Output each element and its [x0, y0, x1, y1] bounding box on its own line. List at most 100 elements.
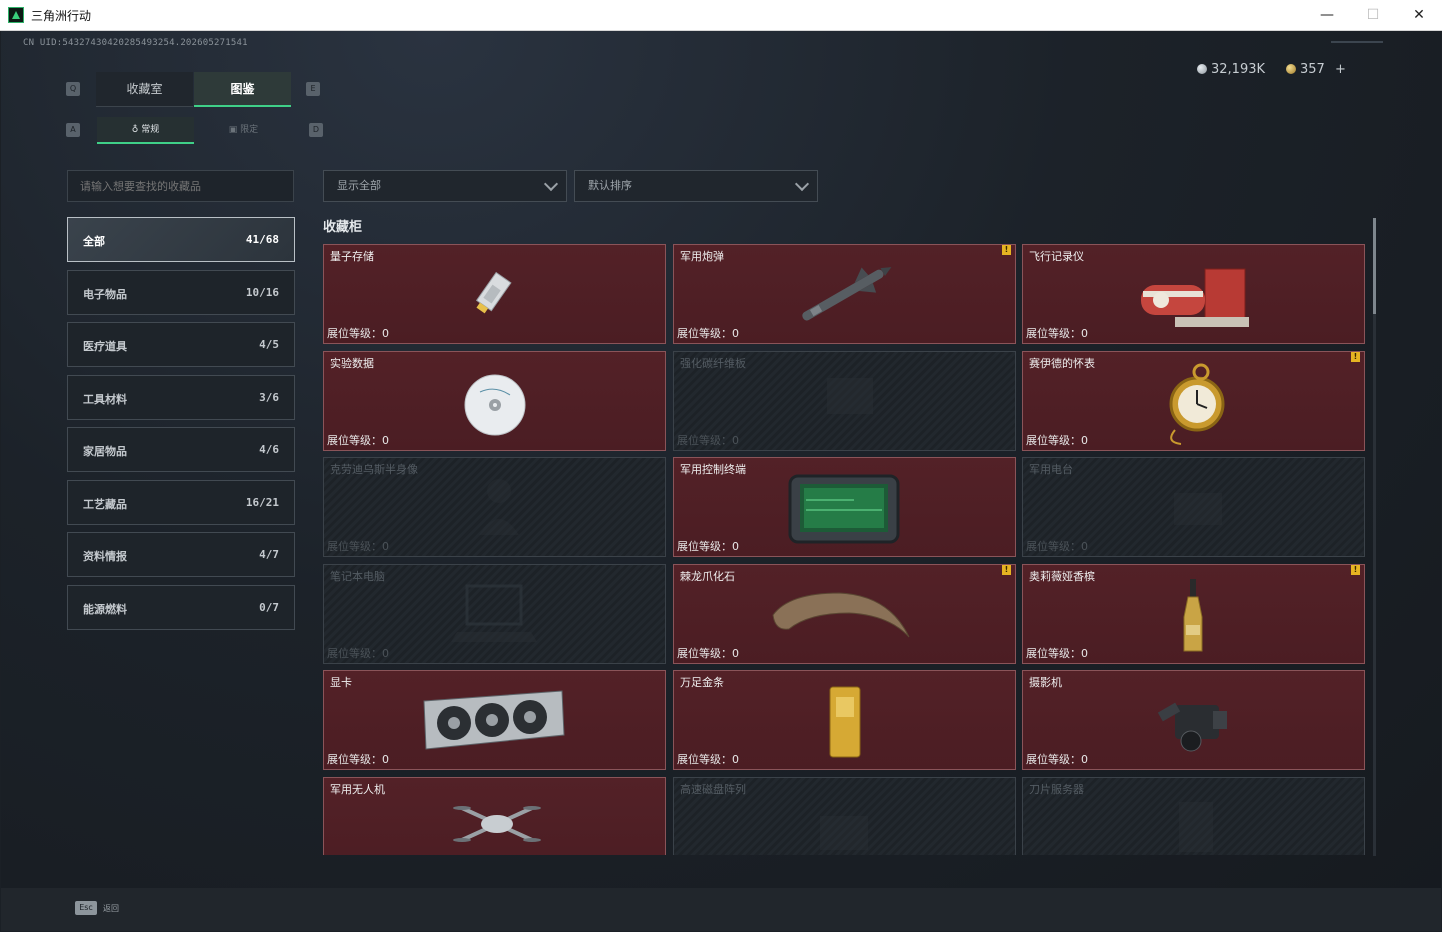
card-item-name: 强化碳纤维板 [680, 357, 746, 370]
card-display-level: 展位等级：0 [677, 434, 739, 447]
app-logo-icon [8, 7, 24, 23]
top-decoration [1331, 41, 1383, 43]
filter-dropdown[interactable]: 显示全部 [323, 170, 567, 202]
card-display-level: 展位等级：0 [1026, 327, 1088, 340]
collection-card[interactable]: 军用电台展位等级：0 [1022, 457, 1365, 557]
category-energy[interactable]: 能源燃料 0/7 [67, 585, 295, 630]
collection-card[interactable]: 实验数据 展位等级：0 [323, 351, 666, 451]
uid-label: CN UID:5432743042028549325​4.20260527154… [23, 38, 248, 48]
card-item-name: 笔记本电脑 [330, 570, 385, 583]
category-all[interactable]: 全部 41/68 [67, 217, 295, 262]
category-home[interactable]: 家居物品 4/6 [67, 427, 295, 472]
category-name: 工具材料 [83, 393, 127, 406]
category-count: 4/6 [259, 443, 279, 456]
collection-card[interactable]: 赛伊德的怀表 展位等级：0! [1022, 351, 1365, 451]
category-count: 16/21 [245, 496, 279, 509]
card-item-name: 高速磁盘阵列 [680, 783, 746, 796]
key-hint-q: Q [66, 82, 80, 96]
sort-dropdown-value: 默认排序 [588, 179, 632, 192]
card-display-level: 展位等级：0 [327, 647, 389, 660]
card-item-name: 摄影机 [1029, 676, 1062, 689]
add-currency-button[interactable]: + [1335, 62, 1346, 77]
card-item-name: 飞行记录仪 [1029, 250, 1084, 263]
close-button[interactable]: ✕ [1396, 0, 1442, 31]
minimize-button[interactable]: — [1304, 0, 1350, 31]
collection-card[interactable]: 棘龙爪化石 展位等级：0! [673, 564, 1016, 664]
card-display-level: 展位等级：0 [1026, 540, 1088, 553]
category-count: 10/16 [245, 286, 279, 299]
chevron-down-icon [794, 176, 810, 192]
tab-limited[interactable]: ▣ 限定 [195, 117, 292, 144]
category-crafts[interactable]: 工艺藏品 16/21 [67, 480, 295, 525]
collection-card[interactable]: 显卡展位等级：0 [323, 670, 666, 770]
sort-dropdown[interactable]: 默认排序 [574, 170, 818, 202]
card-item-name: 量子存储 [330, 250, 374, 263]
footer-bar [1, 888, 1441, 931]
tab-atlas[interactable]: 图鉴 [194, 72, 291, 107]
collection-card[interactable]: 克劳迪乌斯半身像 展位等级：0 [323, 457, 666, 557]
collection-card[interactable]: 军用炮弹 展位等级：0! [673, 244, 1016, 344]
category-intel[interactable]: 资料情报 4/7 [67, 532, 295, 577]
section-title: 收藏柜 [323, 220, 363, 235]
collection-card[interactable]: 量子存储展位等级：0 [323, 244, 666, 344]
maximize-button[interactable]: ☐ [1350, 0, 1396, 31]
card-item-name: 赛伊德的怀表 [1029, 357, 1095, 370]
collection-card[interactable]: 高速磁盘阵列展位等级：0 [673, 777, 1016, 855]
collection-card[interactable]: 军用无人机展位等级：0 [323, 777, 666, 855]
card-item-name: 奥莉薇娅香槟 [1029, 570, 1095, 583]
collection-card[interactable]: 飞行记录仪展位等级：0 [1022, 244, 1365, 344]
card-display-level: 展位等级：0 [327, 753, 389, 766]
collection-card[interactable]: 强化碳纤维板 展位等级：0 [673, 351, 1016, 451]
tab-collection-room[interactable]: 收藏室 [96, 72, 193, 107]
tab-limited-label: 限定 [240, 125, 259, 135]
tab-regular-label: 常规 [141, 125, 160, 135]
silver-coin-icon [1197, 64, 1207, 74]
tab-regular[interactable]: ♁ 常规 [97, 117, 194, 144]
card-item-name: 克劳迪乌斯半身像 [330, 463, 418, 476]
card-item-name: 万足金条 [680, 676, 724, 689]
collection-card[interactable]: 摄影机 展位等级：0 [1022, 670, 1365, 770]
collection-card[interactable]: 笔记本电脑展位等级：0 [323, 564, 666, 664]
new-alert-badge: ! [1351, 352, 1360, 362]
card-display-level: 展位等级：0 [327, 434, 389, 447]
card-item-name: 军用电台 [1029, 463, 1073, 476]
collection-card[interactable]: 刀片服务器展位等级：0 [1022, 777, 1365, 855]
collection-card[interactable]: 奥莉薇娅香槟 展位等级：0! [1022, 564, 1365, 664]
category-count: 3/6 [259, 391, 279, 404]
limited-icon: ▣ [228, 125, 241, 135]
window-title: 三角洲行动 [31, 9, 92, 23]
collection-card[interactable]: 万足金条展位等级：0 [673, 670, 1016, 770]
search-input[interactable] [67, 170, 294, 202]
category-count: 4/5 [259, 338, 279, 351]
category-electronics[interactable]: 电子物品 10/16 [67, 270, 295, 315]
back-label[interactable]: 返回 [103, 903, 119, 914]
scrollbar-thumb[interactable] [1373, 218, 1376, 314]
card-display-level: 展位等级：0 [677, 327, 739, 340]
category-name: 家居物品 [83, 445, 127, 458]
card-display-level: 展位等级：0 [677, 540, 739, 553]
game-viewport: CN UID:5432743042028549325​4.20260527154… [1, 31, 1441, 931]
esc-key-hint[interactable]: Esc [75, 901, 97, 915]
card-display-level: 展位等级：0 [327, 327, 389, 340]
new-alert-badge: ! [1351, 565, 1360, 575]
card-item-name: 刀片服务器 [1029, 783, 1084, 796]
card-item-name: 棘龙爪化石 [680, 570, 735, 583]
card-display-level: 展位等级：0 [1026, 647, 1088, 660]
key-hint-a: A [66, 123, 80, 137]
card-item-name: 显卡 [330, 676, 352, 689]
card-item-name: 军用无人机 [330, 783, 385, 796]
category-name: 全部 [83, 235, 105, 248]
category-medical[interactable]: 医疗道具 4/5 [67, 322, 295, 367]
category-tools[interactable]: 工具材料 3/6 [67, 375, 295, 420]
silver-currency: 32,193K [1197, 62, 1265, 77]
gold-amount: 357 [1300, 62, 1325, 77]
regular-icon: ♁ [131, 125, 142, 135]
category-name: 能源燃料 [83, 603, 127, 616]
category-name: 电子物品 [83, 288, 127, 301]
category-name: 资料情报 [83, 550, 127, 563]
collection-card[interactable]: 军用控制终端 展位等级：0 [673, 457, 1016, 557]
card-display-level: 展位等级：0 [677, 753, 739, 766]
filter-dropdown-value: 显示全部 [337, 179, 381, 192]
gold-coin-icon [1286, 64, 1296, 74]
category-name: 医疗道具 [83, 340, 127, 353]
